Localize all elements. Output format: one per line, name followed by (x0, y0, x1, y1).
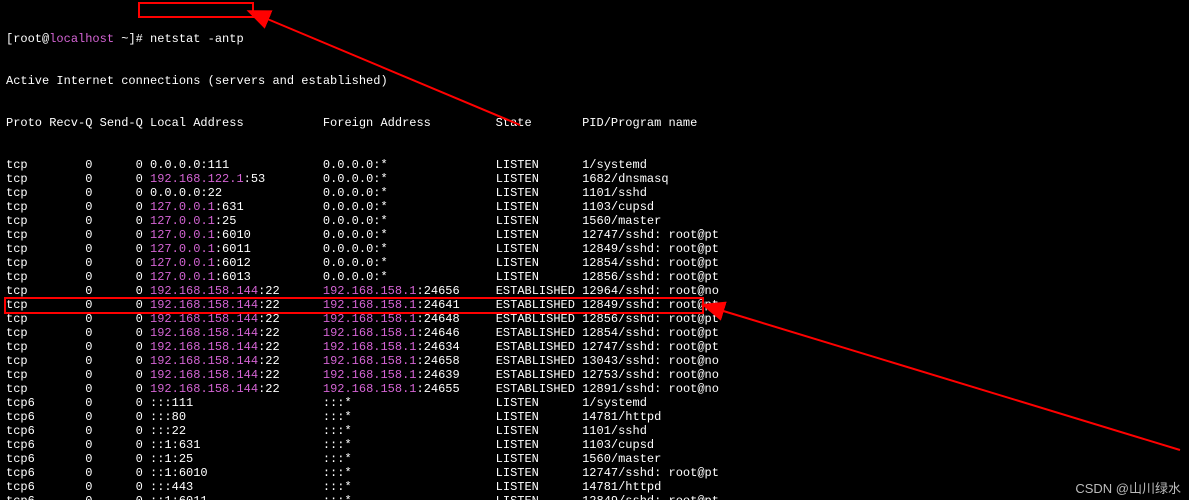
table-row: tcp 0 0 192.168.158.144:22 192.168.158.1… (6, 354, 1183, 368)
watermark: CSDN @山川绿水 (1075, 482, 1181, 496)
table-row: tcp 0 0 0.0.0.0:111 0.0.0.0:* LISTEN 1/s… (6, 158, 1183, 172)
table-row: tcp 0 0 192.168.158.144:22 192.168.158.1… (6, 326, 1183, 340)
table-row: tcp6 0 0 ::1:631 :::* LISTEN 1103/cupsd (6, 438, 1183, 452)
prompt-line-1: [root@localhost ~]# netstat -antp (6, 32, 1183, 46)
header-row: Proto Recv-Q Send-Q Local Address Foreig… (6, 116, 1183, 130)
highlight-cmd (138, 2, 254, 18)
table-row: tcp6 0 0 :::111 :::* LISTEN 1/systemd (6, 396, 1183, 410)
table-row: tcp 0 0 192.168.158.144:22 192.168.158.1… (6, 298, 1183, 312)
table-row: tcp 0 0 192.168.158.144:22 192.168.158.1… (6, 284, 1183, 298)
table-row: tcp 0 0 127.0.0.1:6013 0.0.0.0:* LISTEN … (6, 270, 1183, 284)
table-row: tcp 0 0 0.0.0.0:22 0.0.0.0:* LISTEN 1101… (6, 186, 1183, 200)
table-row: tcp 0 0 127.0.0.1:6011 0.0.0.0:* LISTEN … (6, 242, 1183, 256)
table-row: tcp 0 0 192.168.122.1:53 0.0.0.0:* LISTE… (6, 172, 1183, 186)
table-row: tcp6 0 0 ::1:25 :::* LISTEN 1560/master (6, 452, 1183, 466)
table-row: tcp6 0 0 ::1:6011 :::* LISTEN 12849/sshd… (6, 494, 1183, 500)
table-row: tcp 0 0 127.0.0.1:25 0.0.0.0:* LISTEN 15… (6, 214, 1183, 228)
table-row: tcp 0 0 127.0.0.1:6012 0.0.0.0:* LISTEN … (6, 256, 1183, 270)
table-row: tcp 0 0 192.168.158.144:22 192.168.158.1… (6, 340, 1183, 354)
table-row: tcp6 0 0 :::22 :::* LISTEN 1101/sshd (6, 424, 1183, 438)
banner: Active Internet connections (servers and… (6, 74, 1183, 88)
terminal[interactable]: [root@localhost ~]# netstat -antp Active… (0, 0, 1189, 500)
table-row: tcp 0 0 192.168.158.144:22 192.168.158.1… (6, 312, 1183, 326)
table-row: tcp 0 0 192.168.158.144:22 192.168.158.1… (6, 368, 1183, 382)
table-row: tcp6 0 0 :::80 :::* LISTEN 14781/httpd (6, 410, 1183, 424)
table-row: tcp 0 0 127.0.0.1:6010 0.0.0.0:* LISTEN … (6, 228, 1183, 242)
table-row: tcp 0 0 192.168.158.144:22 192.168.158.1… (6, 382, 1183, 396)
table-row: tcp 0 0 127.0.0.1:631 0.0.0.0:* LISTEN 1… (6, 200, 1183, 214)
table-row: tcp6 0 0 :::443 :::* LISTEN 14781/httpd (6, 480, 1183, 494)
table-row: tcp6 0 0 ::1:6010 :::* LISTEN 12747/sshd… (6, 466, 1183, 480)
